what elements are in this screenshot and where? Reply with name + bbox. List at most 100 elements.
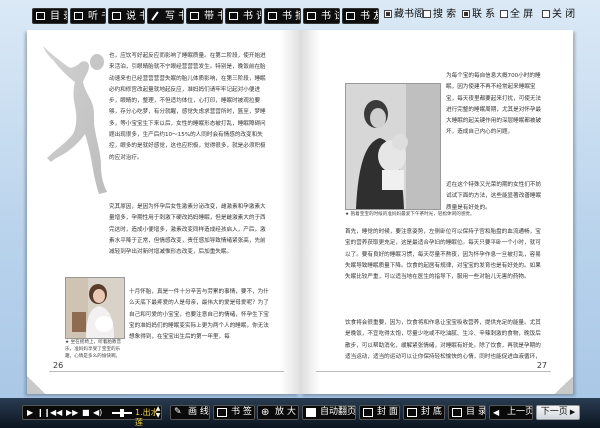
left-photo [65,277,125,339]
chat-icon [112,12,121,20]
grid-icon [36,12,45,20]
zoom-in-icon: ⊕ [261,407,270,418]
friends-button-label: 书 友 [360,11,378,22]
bookmark-icon [217,408,227,417]
track-selector-arrows[interactable]: ▲ ▼ [154,405,162,420]
talk-button[interactable]: 说 书 [108,8,145,24]
close-check-label: 关 闭 [552,9,576,20]
right-text-main: 首先，睡觉的时候，要注意姿势，左侧卧位可以保持子宫和胎盘的血流通畅，宝宝的营养获… [345,229,541,281]
volume-slider[interactable] [112,409,132,417]
pause-icon[interactable]: ❙❙ [37,407,50,419]
excerpt-button-label: 书 摘 [282,11,300,22]
zoom-in-label: 放 大 [275,407,296,417]
front-cover-icon [363,408,373,417]
library-check[interactable]: 藏书阁 [384,9,424,21]
back-cover-button[interactable]: 封 底 [403,405,445,420]
contact-checkbox[interactable] [462,10,470,18]
search-check-label: 搜 索 [433,9,457,20]
stop-icon[interactable]: ■ [82,407,90,419]
contents-button[interactable]: 目 录 [448,405,486,420]
fullscreen-checkbox[interactable] [500,10,508,18]
music-player: ▶ ❙❙ ◀◀ ▶▶ ■ ◀) 1.出水莲 [22,405,162,427]
open-book: 也，应饮写好起反应而影响了睡眠质量。在第二阶段，使开始进来活泊，引眼睛胎就不宁眼… [27,30,573,394]
pencil-icon: ✎ [174,407,182,417]
carry-button[interactable]: 带 书 [186,8,223,24]
write-button[interactable]: 写 书 [147,8,184,24]
close-check[interactable]: 关 闭 [542,9,575,21]
prev-page-button[interactable]: ◀ 上一页 [489,405,533,420]
volume-knob[interactable] [120,409,124,417]
right-page-curl[interactable] [555,376,573,394]
write-button-label: 写 书 [165,11,183,22]
speaker-icon [74,12,83,20]
right-page-rule [316,371,551,372]
back-cover-label: 封 底 [421,407,442,417]
book-icon [190,12,199,20]
close-checkbox[interactable] [542,10,550,18]
next-page-button[interactable]: 下一页 ▶ [536,405,580,420]
zoom-in-button[interactable]: ⊕ 放 大 [257,405,299,420]
front-cover-label: 封 面 [377,407,398,417]
listen-button[interactable]: 听 书 [70,8,106,24]
contact-check-label: 联 系 [472,9,496,20]
auto-page-button[interactable]: 自动翻页 [302,405,356,420]
dancing-woman-silhouette [43,46,107,194]
talk-button-label: 说 书 [126,11,144,22]
comment-icon [229,12,238,20]
friends-button[interactable]: 书 友 [342,8,379,24]
right-text-bottom: 饮食将会很重要，因为，饮食将和作息让宝宝吸收营养，提供充足的能量。尤其是晚饭，不… [345,320,541,360]
left-spine-shadow [280,30,300,394]
carry-button-label: 带 书 [204,11,222,22]
next-track-icon[interactable]: ▶▶ [66,407,78,419]
auto-page-icon [306,408,316,417]
top-toolbar: 目 录 听 书 说 书 写 书 带 书 书 评 书 摘 书 试 书 友 藏书阁 … [0,0,600,30]
left-text-top: 也，应饮写好起反应而影响了睡眠质量。在第二阶段，使开始进来活泊，引眼睛胎就不宁眼… [109,53,266,161]
listen-button-label: 听 书 [88,11,105,22]
left-text-bottom: 十月怀胎，真是一件十分辛苦与劳累的事情，要不，为什么天底下最疼爱的人是母亲，最伟… [129,289,269,341]
draw-line-label: 画 线 [188,407,209,417]
left-page-number: 26 [53,361,64,370]
right-text-top: 为每个宝的每自信息大概700小时的睡眠，因为使建不再不经常起来睡眠宝宝，每天夜里… [446,73,542,136]
front-cover-button[interactable]: 封 面 [359,405,400,420]
fullscreen-check-label: 全 屏 [510,9,534,20]
right-text-right2: 近在这个特殊又光荣的期的女性们不妨试试下面的方法，这些能显著改善睡眠质量是有好处… [446,182,542,211]
pen-icon [151,12,160,20]
search-checkbox[interactable] [423,10,431,18]
left-photo-caption: ★ 坐在摇椅上，听着胎教音乐，准妈妈享受了宝宝的乐趣，心情是多么的愉快啊。 [65,340,122,359]
library-checkbox[interactable] [384,10,392,18]
clip-icon [268,12,277,20]
review-button-label: 书 评 [243,11,261,22]
right-page[interactable]: ★ 抱着宝宝的时候的准妈妈最爱下午茶时光，轻松休闲的感觉。 为每个宝的每自信息大… [300,30,573,394]
prev-track-icon[interactable]: ◀◀ [50,407,62,419]
left-page-rule [49,371,284,372]
right-page-number: 27 [536,361,547,370]
mother-baby-photo [346,84,440,209]
quiz-button-label: 书 试 [321,11,339,22]
fullscreen-check[interactable]: 全 屏 [500,9,533,21]
review-button[interactable]: 书 评 [225,8,262,24]
toc-icon [452,408,462,417]
friends-icon [346,12,355,20]
play-icon[interactable]: ▶ [27,407,33,419]
back-cover-icon [407,408,417,417]
bookmark-label: 书 签 [231,407,252,417]
prev-page-label: 上一页 [507,407,533,417]
next-page-label: 下一页 [540,407,568,417]
toc-button[interactable]: 目 录 [32,8,68,24]
test-icon [307,12,316,20]
contact-check[interactable]: 联 系 [462,9,495,21]
search-check[interactable]: 搜 索 [423,9,456,21]
bookmark-button[interactable]: 书 签 [213,405,255,420]
left-text-mid: 究其原因，是因为怀孕后女性激素分泌改变，雌激素和孕激素大量增多，孕期性用于刺激下… [109,204,266,256]
quiz-button[interactable]: 书 试 [303,8,340,24]
right-photo [345,83,441,210]
pregnant-woman-photo [66,278,124,338]
library-check-label: 藏书阁 [394,9,424,20]
excerpt-button[interactable]: 书 摘 [264,8,301,24]
toc-button-label: 目 录 [50,11,67,22]
volume-icon[interactable]: ◀) [93,407,102,419]
left-page-curl[interactable] [27,376,45,394]
left-page[interactable]: 也，应饮写好起反应而影响了睡眠质量。在第二阶段，使开始进来活泊，引眼睛胎就不宁眼… [27,30,300,394]
right-spine-shadow [300,30,320,394]
draw-line-button[interactable]: ✎ 画 线 [170,405,210,420]
